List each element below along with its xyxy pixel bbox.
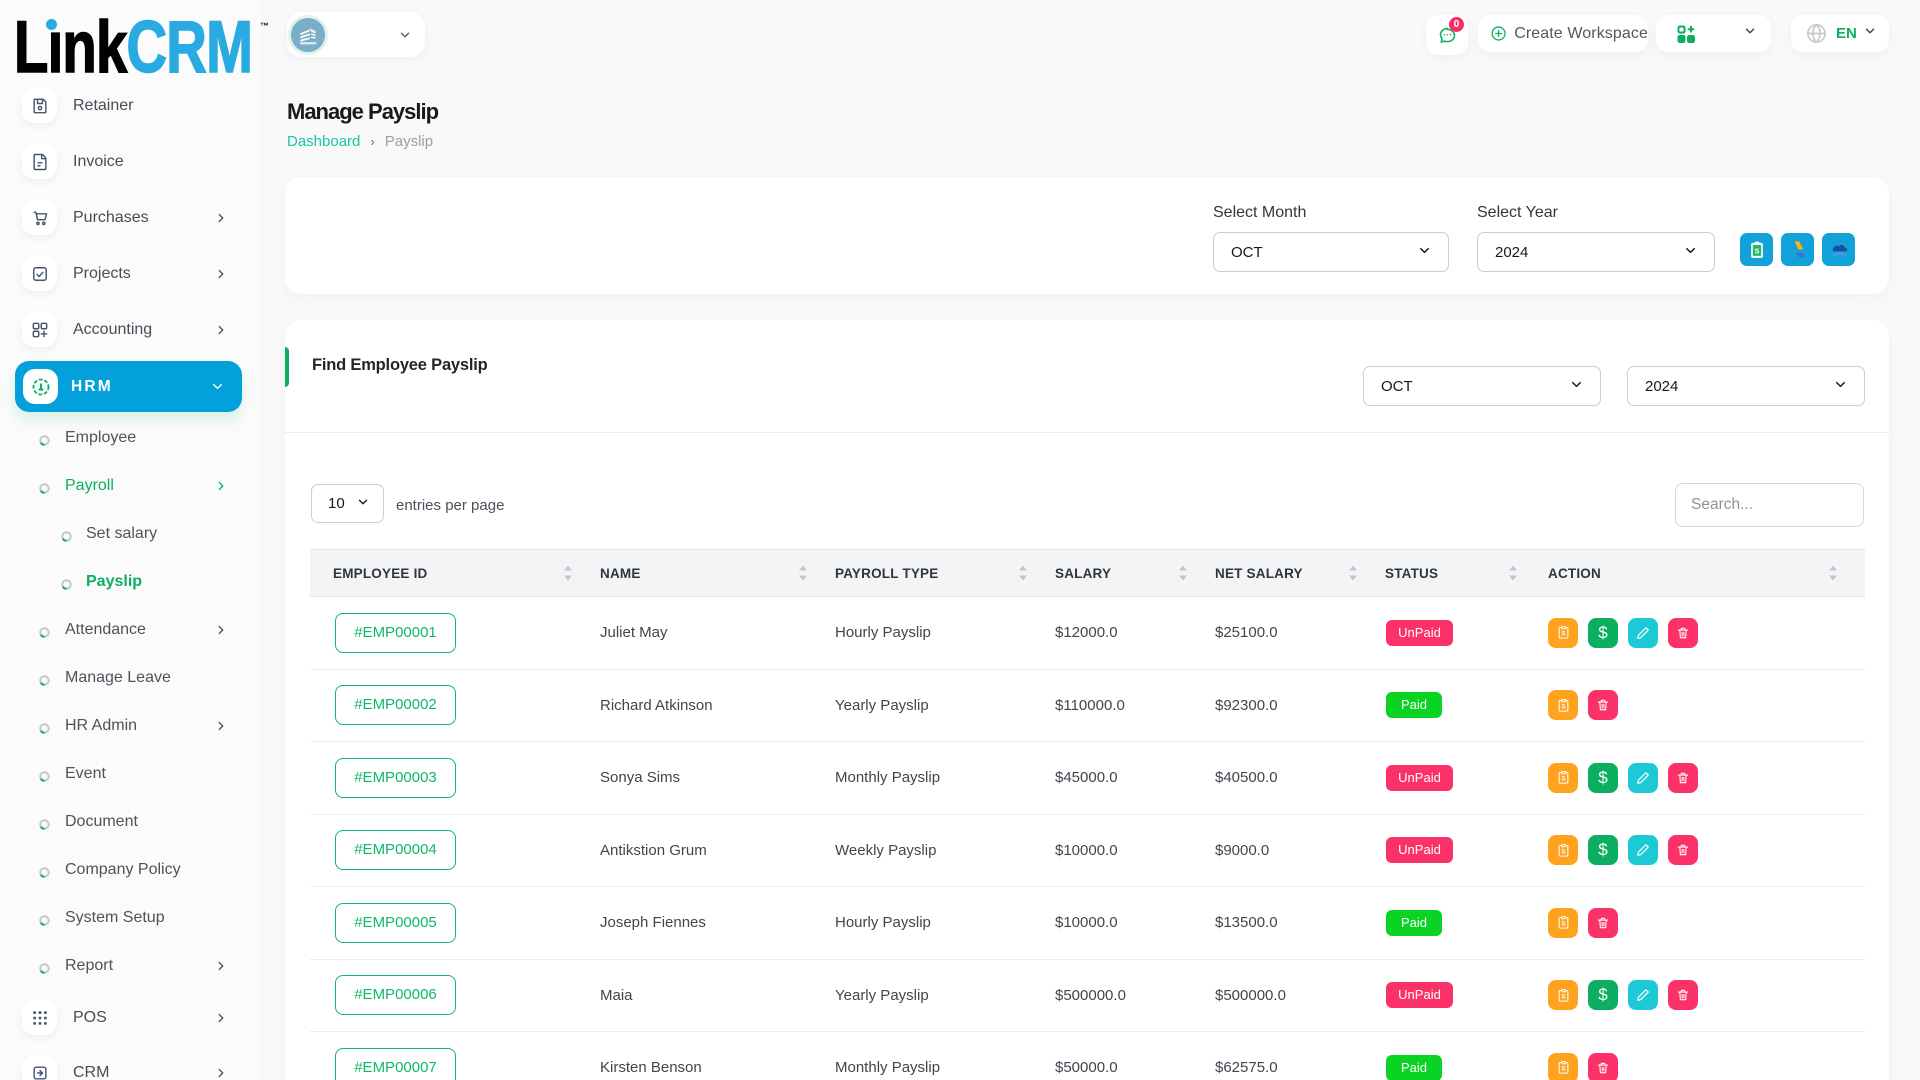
svg-text:S: S xyxy=(1561,1066,1565,1073)
svg-text:S: S xyxy=(1561,703,1565,710)
svg-text:S: S xyxy=(1561,776,1565,783)
svg-text:S: S xyxy=(1561,993,1565,1000)
svg-text:S: S xyxy=(1754,246,1759,255)
svg-text:S: S xyxy=(1561,848,1565,855)
svg-text:S: S xyxy=(1561,921,1565,928)
svg-text:S: S xyxy=(1561,631,1565,638)
